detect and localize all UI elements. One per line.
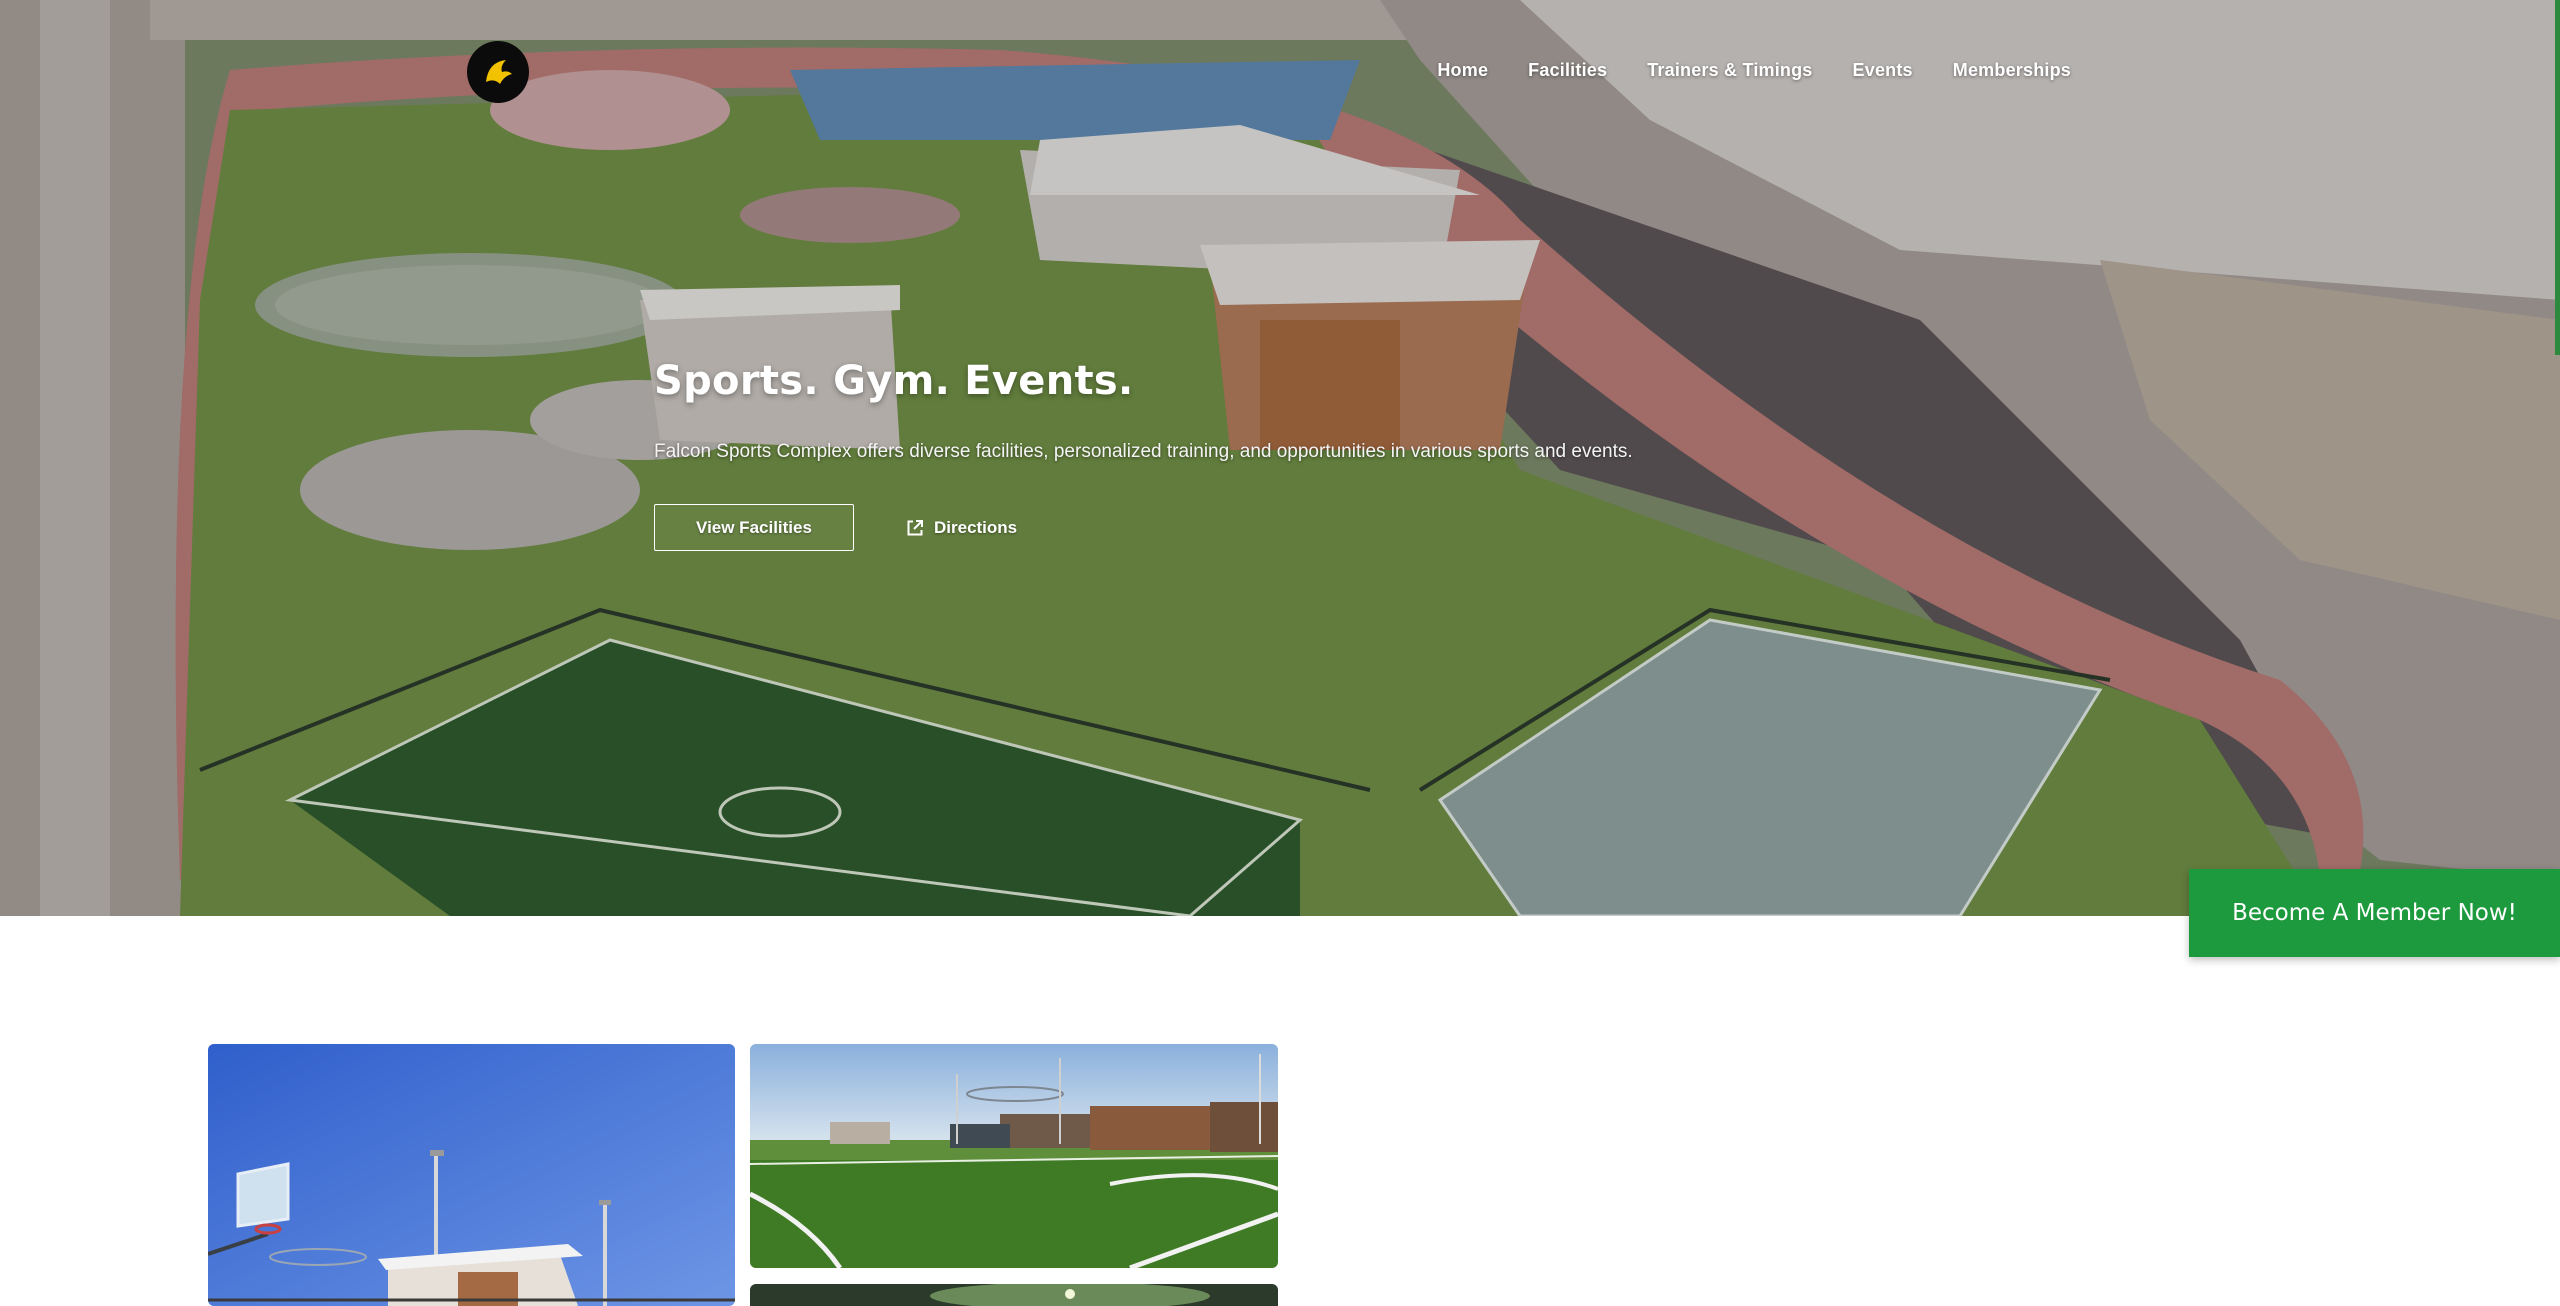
gallery-image-gym[interactable] [750,1284,1278,1306]
hero-title: Sports. Gym. Events. [654,358,1134,404]
nav-home[interactable]: Home [1437,60,1488,81]
external-link-icon [907,519,923,535]
hero-section: Home Facilities Trainers & Timings Event… [0,0,2560,916]
hero-subtitle: Falcon Sports Complex offers diverse fac… [654,441,1633,462]
nav-trainers-timings[interactable]: Trainers & Timings [1647,60,1812,81]
gallery-image-basketball[interactable] [208,1044,735,1306]
nav-facilities[interactable]: Facilities [1528,60,1607,81]
football-field-photo [750,1044,1278,1268]
scrollbar[interactable] [2555,0,2560,355]
falcon-logo-icon[interactable] [467,41,529,103]
basketball-court-photo [208,1044,735,1306]
nav-events[interactable]: Events [1853,60,1913,81]
become-member-button[interactable]: Become A Member Now! [2189,869,2560,957]
gallery-image-football[interactable] [750,1044,1278,1268]
nav-memberships[interactable]: Memberships [1953,60,2071,81]
directions-button[interactable]: Directions [906,504,1017,551]
main-nav: Home Facilities Trainers & Timings Event… [1437,60,2071,81]
directions-label: Directions [934,517,1018,537]
falcon-bird-icon [486,60,512,84]
view-facilities-button[interactable]: View Facilities [654,504,854,551]
gym-photo [750,1284,1278,1306]
